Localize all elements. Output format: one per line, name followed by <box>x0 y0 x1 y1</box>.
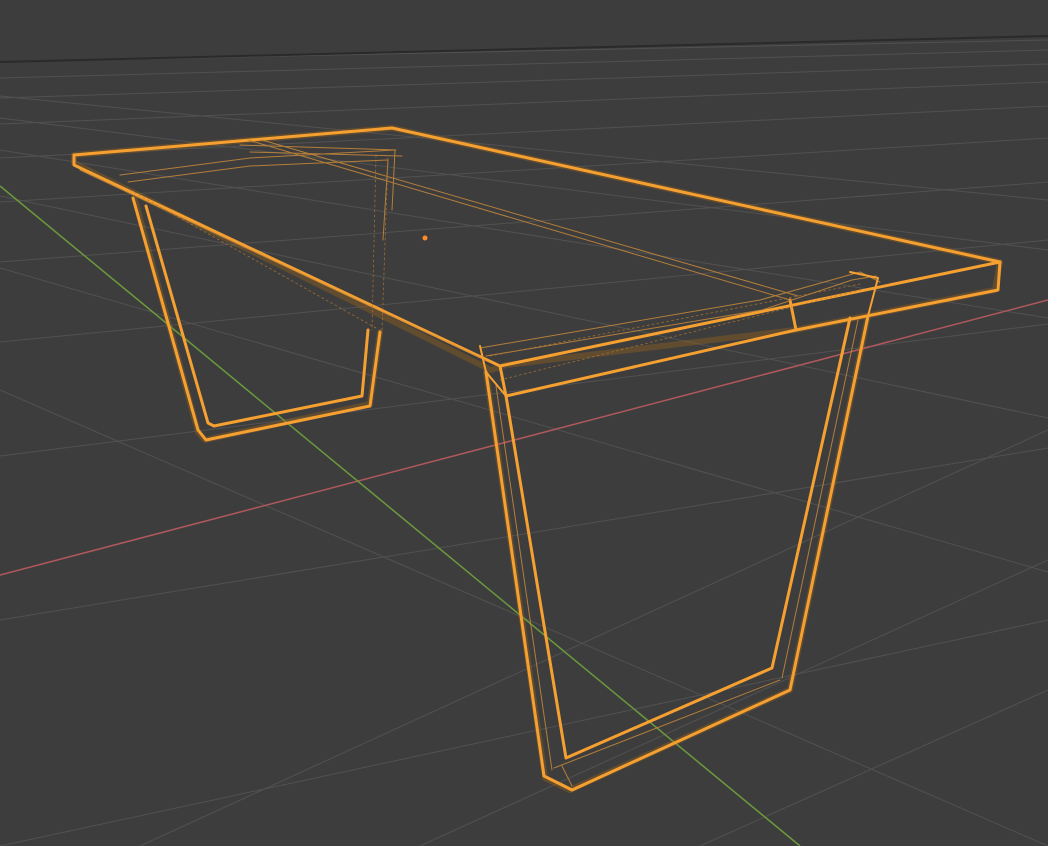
floor-grid <box>0 39 1048 846</box>
table-object[interactable] <box>71 125 1003 793</box>
3d-viewport[interactable] <box>0 0 1048 846</box>
viewport-canvas[interactable] <box>0 0 1048 846</box>
tabletop-top-outline <box>72 126 1002 264</box>
horizon-line <box>0 35 1048 63</box>
tabletop-edge <box>794 260 1002 332</box>
object-origin-dot <box>422 235 428 241</box>
y-axis-line <box>0 185 801 846</box>
